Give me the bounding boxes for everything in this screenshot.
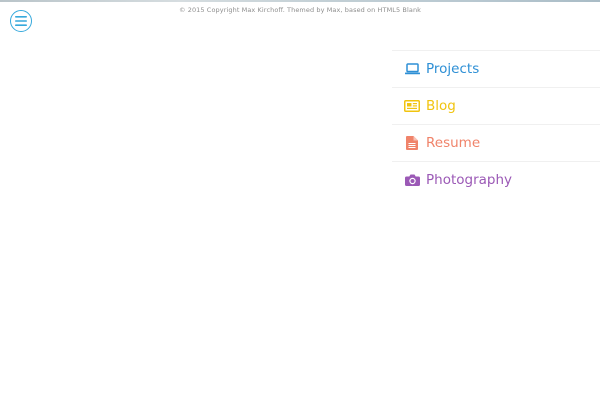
menu-toggle-button[interactable]: [10, 10, 32, 32]
page: © 2015 Copyright Max Kirchoff. Themed by…: [0, 0, 600, 400]
nav-item-resume[interactable]: Resume: [392, 124, 600, 161]
nav-item-label: Projects: [426, 61, 480, 77]
newspaper-icon: [404, 98, 420, 114]
nav-item-blog[interactable]: Blog: [392, 87, 600, 124]
laptop-icon: [404, 61, 420, 77]
hamburger-menu-icon: [15, 16, 27, 26]
copyright-credit: © 2015 Copyright Max Kirchoff. Themed by…: [178, 6, 422, 14]
document-icon: [404, 135, 420, 151]
nav-item-label: Resume: [426, 135, 481, 151]
nav-item-photography[interactable]: Photography: [392, 161, 600, 198]
nav-item-label: Photography: [426, 172, 513, 188]
header-image-strip: [0, 0, 600, 2]
nav-menu: Projects Blog Resume Photography: [392, 50, 600, 198]
camera-icon: [404, 172, 420, 188]
nav-item-label: Blog: [426, 98, 456, 114]
nav-item-projects[interactable]: Projects: [392, 50, 600, 87]
